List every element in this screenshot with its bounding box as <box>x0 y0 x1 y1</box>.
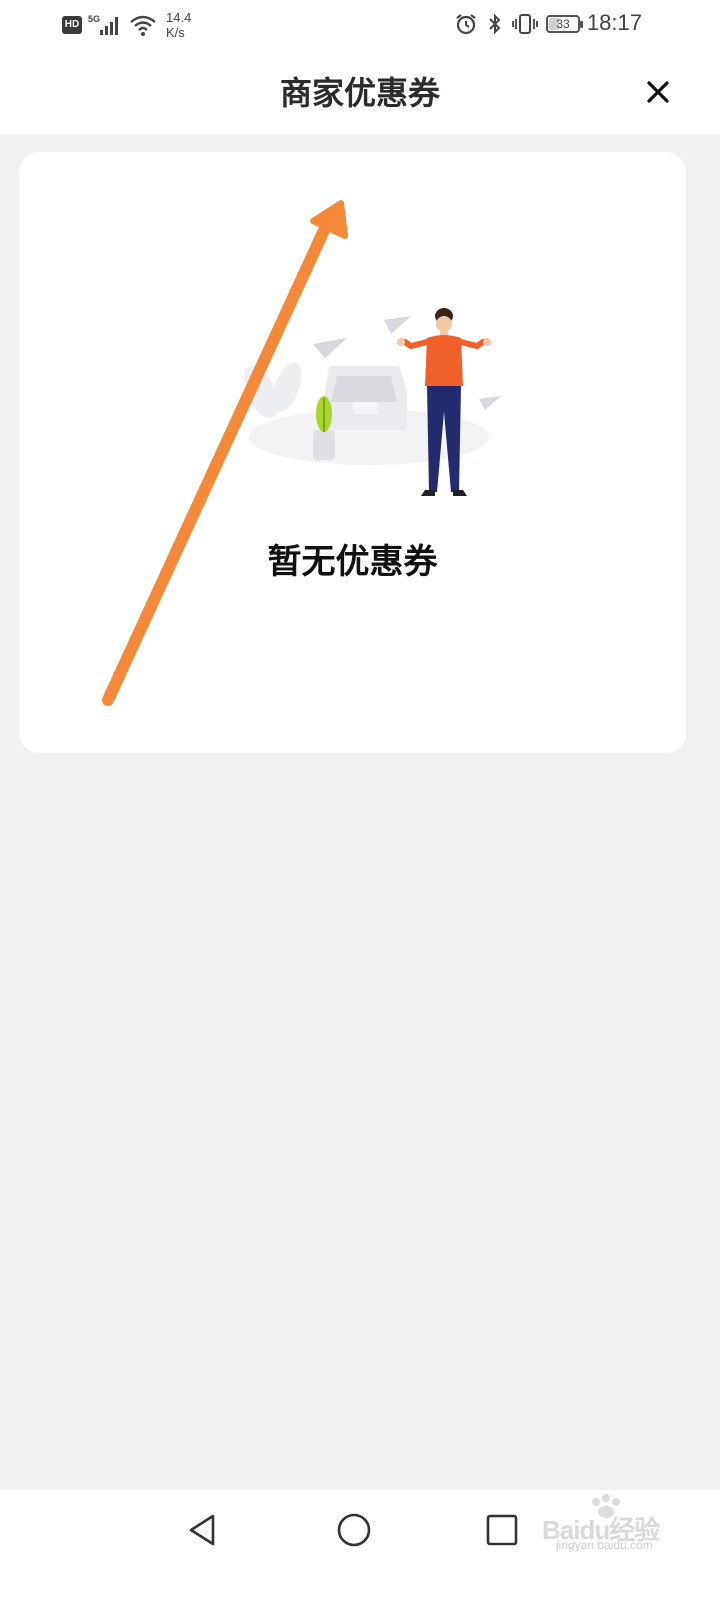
speed-value: 14.4 <box>166 10 192 25</box>
status-bar: HD 5G 14.4 K/s 33 18:17 <box>0 0 720 52</box>
nav-recent-button[interactable] <box>480 1508 524 1552</box>
nav-back-button[interactable] <box>181 1508 225 1552</box>
alarm-icon <box>456 14 476 35</box>
close-button[interactable] <box>640 74 676 110</box>
close-icon <box>647 81 669 103</box>
home-circle-icon <box>337 1513 371 1547</box>
battery-level: 33 <box>556 17 570 31</box>
bluetooth-icon <box>489 13 501 35</box>
back-triangle-icon <box>189 1514 215 1546</box>
status-clock: 18:17 <box>586 10 642 35</box>
network-speed: 14.4 K/s <box>166 10 191 40</box>
recent-square-icon <box>486 1514 518 1546</box>
watermark-url: jingyan.baidu.com <box>556 1538 653 1552</box>
baidu-watermark: Baidu经验 jingyan.baidu.com <box>542 1492 672 1554</box>
empty-coupon-message: 暂无优惠券 <box>267 542 438 582</box>
page-title: 商家优惠券 <box>279 74 440 112</box>
page-header: 商家优惠券 <box>0 52 720 134</box>
coupon-empty-card: 暂无优惠券 <box>19 152 686 753</box>
wifi-icon <box>130 15 156 36</box>
status-right: 33 <box>454 12 583 36</box>
network-type-label: 5G <box>88 14 100 24</box>
nav-home-button[interactable] <box>332 1508 376 1552</box>
empty-state-illustration <box>243 308 501 496</box>
speed-unit: K/s <box>166 25 185 40</box>
hd-badge: HD <box>62 16 82 34</box>
battery-indicator: 33 <box>546 15 583 33</box>
vibrate-icon <box>512 14 538 34</box>
cellular-signal-icon: 5G <box>88 14 118 35</box>
status-left: HD 5G 14.4 K/s <box>62 10 191 40</box>
